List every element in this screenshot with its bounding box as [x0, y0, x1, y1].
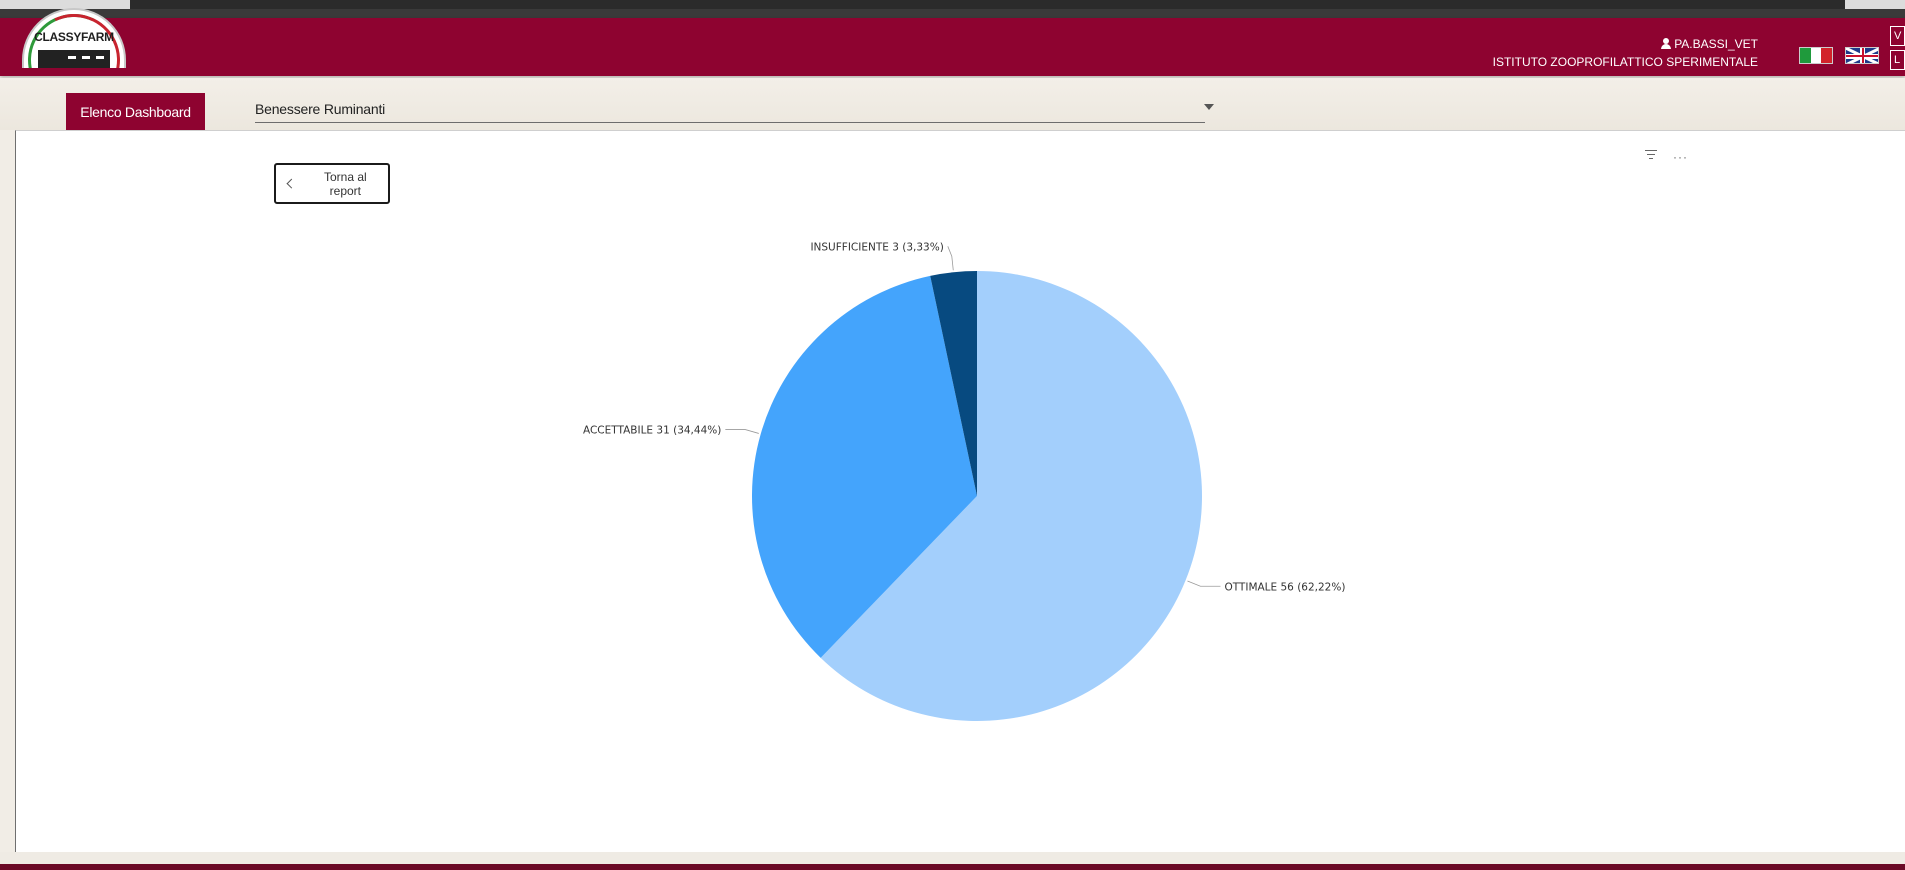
- filter-icon[interactable]: [1645, 150, 1657, 160]
- dashboard-select[interactable]: Benessere Ruminanti: [255, 96, 1205, 123]
- uk-flag-icon[interactable]: [1845, 47, 1879, 64]
- logo-barn-icon: [38, 50, 110, 68]
- chevron-left-icon: [286, 178, 297, 189]
- app-header: PA.BASSI_VET ISTITUTO ZOOPROFILATTICO SP…: [0, 18, 1905, 76]
- browser-top-strip: [0, 0, 1905, 9]
- logo-text: CLASSYFARM: [34, 30, 114, 44]
- bottom-strip: [0, 852, 1905, 864]
- user-info: PA.BASSI_VET ISTITUTO ZOOPROFILATTICO SP…: [1493, 36, 1758, 70]
- user-name[interactable]: PA.BASSI_VET: [1493, 36, 1758, 52]
- dashboard-list-button[interactable]: Elenco Dashboard: [66, 93, 205, 131]
- person-icon: [1661, 38, 1672, 49]
- browser-top-line: [0, 9, 1905, 18]
- side-button-top[interactable]: V: [1890, 26, 1905, 46]
- side-button-bottom[interactable]: L: [1890, 50, 1905, 70]
- more-options-icon[interactable]: ···: [1673, 151, 1688, 163]
- italian-flag-icon[interactable]: [1799, 47, 1833, 64]
- chevron-down-icon[interactable]: [1204, 104, 1214, 110]
- footer-bar: [0, 864, 1905, 870]
- organization-name: ISTITUTO ZOOPROFILATTICO SPERIMENTALE: [1492, 55, 1758, 69]
- back-to-report-label: Torna al report: [323, 169, 367, 198]
- report-panel: [15, 130, 1905, 852]
- user-name-label: PA.BASSI_VET: [1674, 37, 1758, 51]
- back-to-report-button[interactable]: Torna al report: [274, 163, 390, 204]
